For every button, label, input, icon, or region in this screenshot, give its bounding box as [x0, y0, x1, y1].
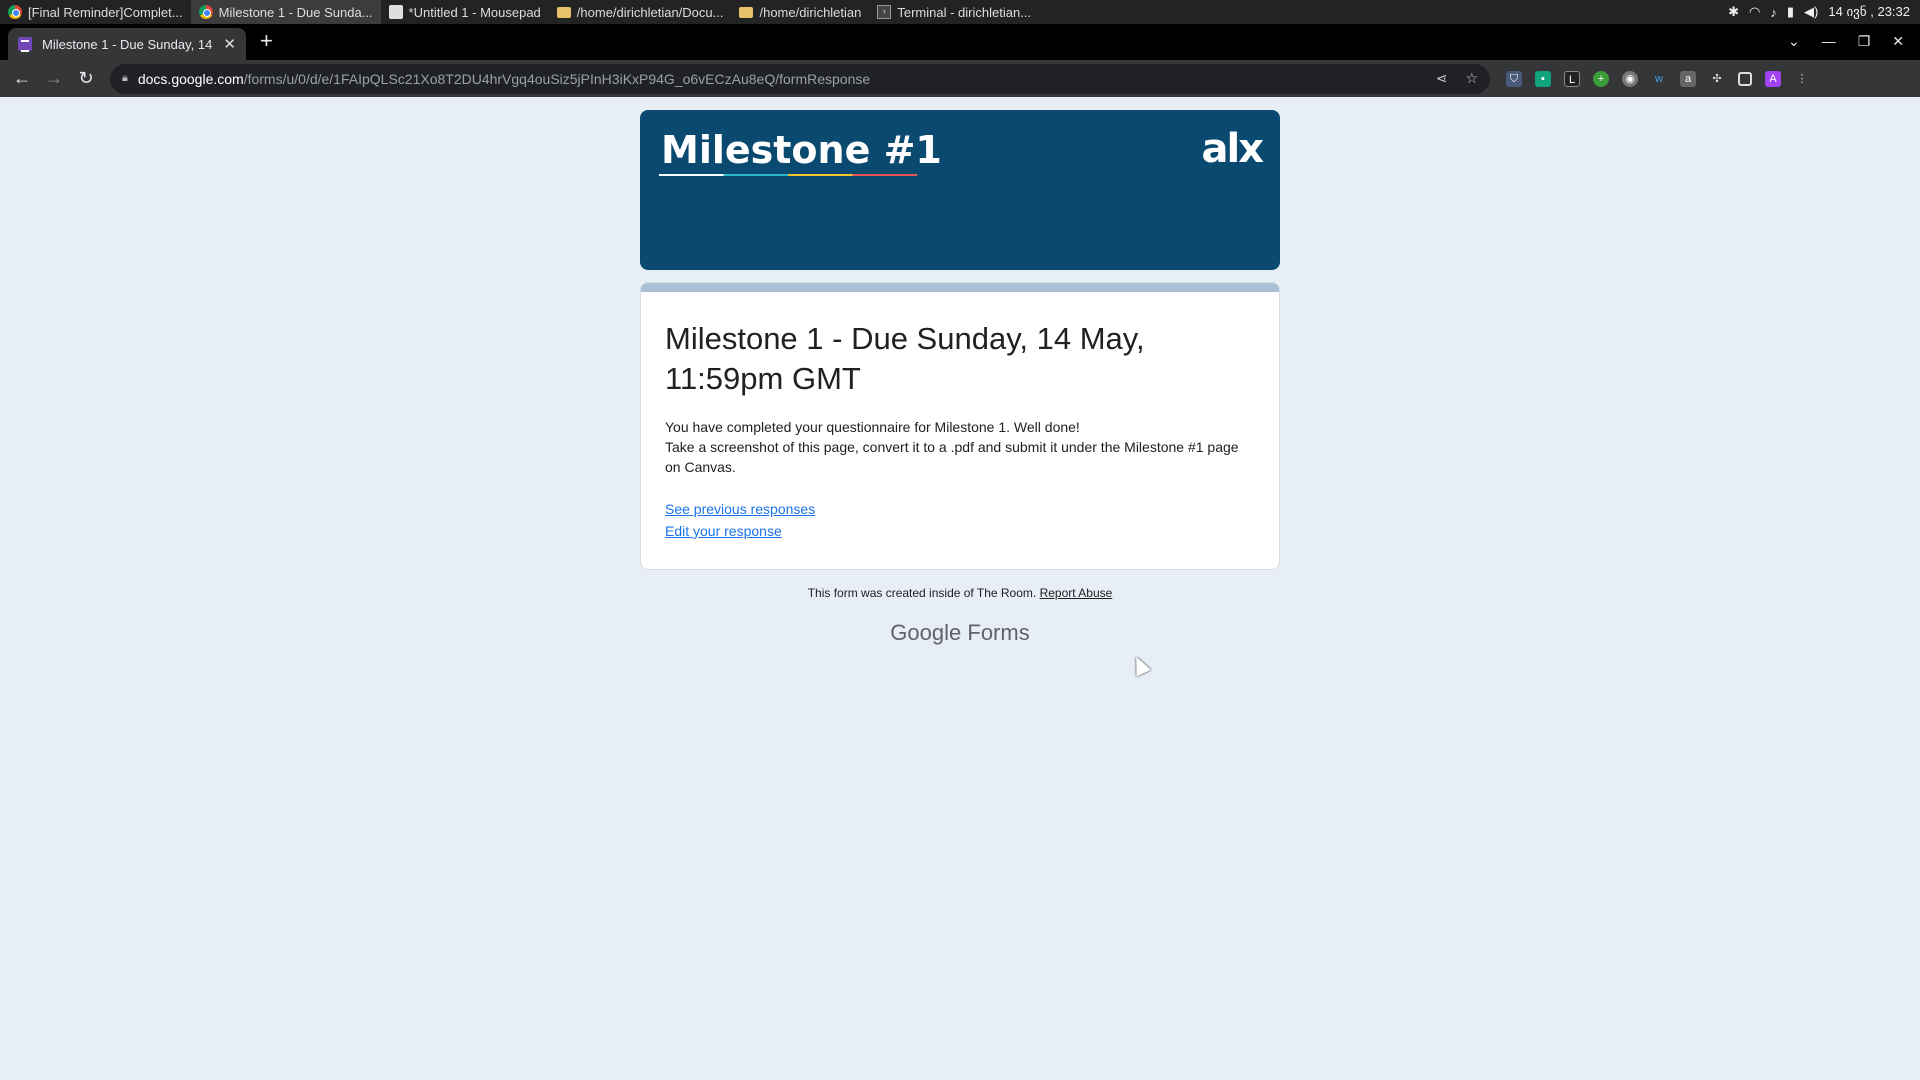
bell-icon[interactable]: ♪ [1770, 5, 1777, 20]
google-forms-icon [18, 37, 32, 52]
taskbar-item-terminal[interactable]: › Terminal - dirichletian... [869, 0, 1039, 24]
report-abuse-link[interactable]: Report Abuse [1040, 586, 1113, 600]
side-panel-icon[interactable] [1738, 71, 1752, 86]
folder-icon [739, 6, 754, 18]
plus-extension-icon[interactable]: + [1593, 70, 1609, 87]
alx-logo: alx [1201, 126, 1263, 172]
reload-icon[interactable]: ↻ [70, 68, 102, 89]
taskbar-item-label: *Untitled 1 - Mousepad [408, 4, 541, 20]
response-card: Milestone 1 - Due Sunday, 14 May, 11:59p… [640, 282, 1280, 570]
close-tab-icon[interactable]: ✕ [223, 35, 236, 53]
brand-forms: Forms [967, 620, 1030, 645]
form-banner: Milestone #1 alx [640, 110, 1280, 270]
google-forms-logo[interactable]: Google Forms [640, 620, 1280, 646]
battery-icon[interactable]: ▮ [1787, 4, 1794, 20]
profile-avatar[interactable]: A [1765, 70, 1781, 87]
address-bar[interactable]: 🔒︎ docs.google.com/forms/u/0/d/e/1FAIpQL… [110, 63, 1490, 94]
edit-response-link[interactable]: Edit your response [665, 523, 1255, 539]
tab-milestone[interactable]: Milestone 1 - Due Sunday, 14 ✕ [8, 28, 246, 60]
extensions-bar: ⛉ ▪ L + ◉ w a ✣ A ⋮ [1506, 70, 1810, 87]
taskbar-item-form[interactable]: Milestone 1 - Due Sunda... [190, 0, 381, 24]
folder-icon [556, 6, 571, 18]
w-extension-icon[interactable]: w [1651, 71, 1667, 87]
system-taskbar: [Final Reminder]Complet... Milestone 1 -… [0, 0, 1920, 24]
bluetooth-icon[interactable]: ✱ [1728, 4, 1739, 20]
restore-icon[interactable]: ❐ [1858, 33, 1871, 50]
taskbar-item-label: [Final Reminder]Complet... [28, 4, 183, 20]
mousepad-icon [388, 5, 403, 19]
response-links: See previous responses Edit your respons… [665, 501, 1255, 539]
system-tray: ✱ ◠ ♪ ▮ ◀) 14 ივნ , 23:32 [1728, 4, 1920, 20]
browser-tabbar: Milestone 1 - Due Sunday, 14 ✕ + ⌄ — ❐ ✕ [0, 24, 1920, 60]
taskbar-item-label: /home/dirichletian [759, 4, 862, 20]
taskbar-item-label: /home/dirichletian/Docu... [576, 4, 724, 20]
confirmation-message: You have completed your questionnaire fo… [665, 419, 1239, 475]
bookmark-star-icon[interactable]: ☆ [1465, 70, 1478, 87]
taskbar-item-folder-docs[interactable]: /home/dirichletian/Docu... [549, 0, 732, 24]
browser-toolbar: ← → ↻ 🔒︎ docs.google.com/forms/u/0/d/e/1… [0, 60, 1920, 97]
puzzle-extensions-icon[interactable]: ✣ [1709, 71, 1725, 87]
card-accent-bar [641, 283, 1279, 292]
shield-extension-icon[interactable]: ⛉ [1506, 70, 1522, 87]
form-title: Milestone 1 - Due Sunday, 14 May, 11:59p… [665, 321, 1145, 396]
taskbar-item-label: Milestone 1 - Due Sunda... [218, 4, 373, 20]
lk-extension-icon[interactable]: L [1564, 70, 1580, 87]
wifi-icon[interactable]: ◠ [1749, 4, 1760, 20]
lock-icon[interactable]: 🔒︎ [122, 72, 128, 85]
eyes-extension-icon[interactable]: ◉ [1622, 70, 1638, 87]
menu-dots-icon[interactable]: ⋮ [1794, 71, 1810, 87]
tab-title: Milestone 1 - Due Sunday, 14 [42, 36, 213, 52]
green-extension-icon[interactable]: ▪ [1535, 70, 1551, 87]
chrome-icon [8, 5, 22, 19]
brand-google: Google [890, 620, 962, 645]
clock[interactable]: 14 ივნ , 23:32 [1828, 4, 1910, 20]
form-page: Milestone #1 alx Milestone 1 - Due Sunda… [0, 97, 1920, 1080]
tab-search-icon[interactable]: ⌄ [1788, 33, 1800, 50]
taskbar-item-folder-home[interactable]: /home/dirichletian [731, 0, 869, 24]
a-extension-icon[interactable]: a [1680, 70, 1696, 87]
taskbar-item-email[interactable]: [Final Reminder]Complet... [0, 0, 191, 24]
share-icon[interactable]: ⋖ [1436, 70, 1448, 87]
taskbar-item-label: Terminal - dirichletian... [897, 4, 1032, 20]
new-tab-button[interactable]: + [246, 28, 287, 60]
volume-icon[interactable]: ◀) [1804, 4, 1818, 20]
footer-note: This form was created inside of The Room… [640, 586, 1280, 600]
chrome-icon [198, 5, 213, 19]
close-window-icon[interactable]: ✕ [1892, 33, 1904, 50]
minimize-icon[interactable]: — [1822, 33, 1836, 50]
url-host: docs.google.com [137, 70, 244, 87]
taskbar-item-mousepad[interactable]: *Untitled 1 - Mousepad [381, 0, 549, 24]
footer-note-text: This form was created inside of The Room… [807, 586, 1037, 600]
banner-underline [659, 174, 917, 176]
banner-title: Milestone #1 [661, 128, 942, 172]
url-text: docs.google.com/forms/u/0/d/e/1FAIpQLSc2… [138, 71, 870, 87]
terminal-icon: › [877, 5, 892, 19]
see-previous-responses-link[interactable]: See previous responses [665, 501, 1255, 517]
back-icon[interactable]: ← [6, 68, 38, 89]
url-path: /forms/u/0/d/e/1FAIpQLSc21Xo8T2DU4hrVgq4… [243, 70, 871, 87]
forward-icon[interactable]: → [38, 68, 70, 89]
window-controls: ⌄ — ❐ ✕ [1772, 33, 1920, 60]
